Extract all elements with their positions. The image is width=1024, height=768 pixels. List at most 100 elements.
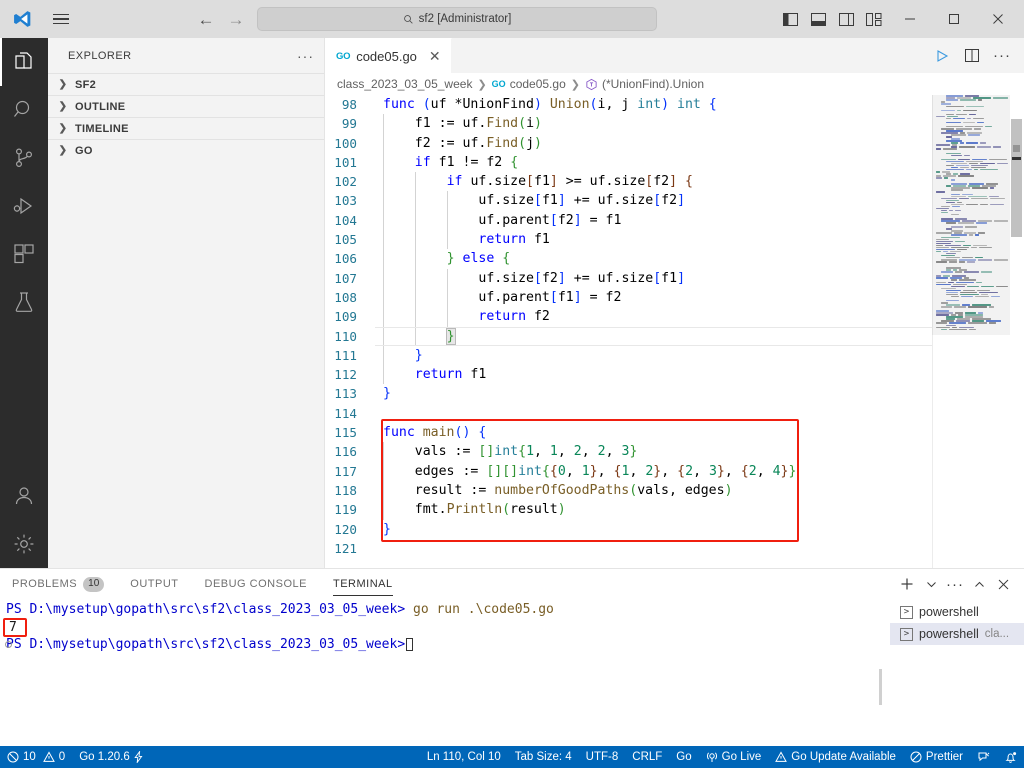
method-symbol-icon — [586, 78, 597, 90]
code-line[interactable]: 100 f2 := uf.Find(j) — [325, 133, 932, 153]
code-line[interactable]: 106} else { — [325, 249, 932, 269]
code-line[interactable]: 101 if f1 != f2 { — [325, 152, 932, 173]
terminal-dropdown-button[interactable] — [920, 572, 942, 596]
files-icon — [15, 52, 32, 69]
code-line[interactable]: 117 edges := [][]int{{0, 1}, {1, 2}, {2, … — [325, 461, 932, 481]
title-bar-center: ← → sf2 [Administrator] — [78, 7, 776, 31]
status-eol[interactable]: CRLF — [625, 746, 669, 768]
editor-more-actions[interactable]: ··· — [988, 41, 1016, 71]
code-line[interactable]: 110} — [325, 326, 932, 346]
code-line[interactable]: 99 f1 := uf.Find(i) — [325, 114, 932, 134]
editor-tab-code05[interactable]: GO code05.go ✕ — [325, 38, 452, 73]
close-icon[interactable]: ✕ — [429, 49, 441, 63]
code-text: } — [375, 345, 932, 366]
code-line[interactable]: 109 return f2 — [325, 307, 932, 327]
code-line[interactable]: 105 return f1 — [325, 230, 932, 250]
code-line[interactable]: 112 return f1 — [325, 365, 932, 385]
minimap[interactable] — [932, 95, 1010, 568]
hamburger-menu-icon[interactable] — [44, 13, 78, 25]
activity-search[interactable] — [0, 86, 48, 134]
status-notifications[interactable] — [997, 746, 1024, 768]
code-line[interactable]: 116 vals := []int{1, 1, 2, 2, 3} — [325, 442, 932, 462]
customize-layout[interactable] — [860, 4, 888, 34]
new-terminal-button[interactable] — [896, 572, 918, 596]
code-text: fmt.Println(result) — [375, 500, 932, 520]
maximize-panel-button[interactable] — [968, 572, 990, 596]
code-line[interactable]: 107 uf.size[f2] += uf.size[f1] — [325, 268, 932, 288]
status-prettier[interactable]: Prettier — [903, 746, 970, 768]
minimap-slider[interactable] — [932, 95, 1010, 335]
code-text: return f1 — [375, 230, 932, 250]
terminal-list-item-1[interactable]: > powershell — [890, 601, 1024, 623]
toggle-primary-sidebar[interactable] — [776, 4, 804, 34]
maximize-button[interactable] — [932, 2, 976, 36]
status-feedback[interactable] — [970, 746, 997, 768]
activity-testing[interactable] — [0, 278, 48, 326]
code-line[interactable]: 104 uf.parent[f2] = f1 — [325, 210, 932, 231]
toggle-secondary-sidebar[interactable] — [832, 4, 860, 34]
code-line[interactable]: 98 func (uf *UnionFind) Union(i, j int) i… — [325, 95, 932, 114]
status-encoding[interactable]: UTF-8 — [579, 746, 626, 768]
panel-tab-debug-console[interactable]: DEBUG CONSOLE — [205, 569, 307, 599]
code-lines[interactable]: 98 func (uf *UnionFind) Union(i, j int) i… — [325, 95, 932, 568]
line-number: 119 — [334, 502, 357, 518]
status-go-live[interactable]: Go Live — [699, 746, 769, 768]
toggle-panel[interactable] — [804, 4, 832, 34]
command-center-search[interactable]: sf2 [Administrator] — [257, 7, 657, 31]
sidebar-section-timeline[interactable]: ❯ TIMELINE — [48, 117, 324, 139]
sidebar-more-actions[interactable]: ··· — [297, 49, 314, 63]
lightning-icon — [134, 751, 143, 763]
editor-tab-bar: GO code05.go ✕ ··· — [325, 38, 1024, 73]
code-line[interactable]: 119 fmt.Println(result) — [325, 500, 932, 520]
code-text: return f1 — [375, 365, 932, 385]
terminal-output[interactable]: PS D:\mysetup\gopath\src\sf2\class_2023_… — [0, 599, 890, 746]
code-line[interactable]: 102 if uf.size[f1] >= uf.size[f2] { — [325, 172, 932, 192]
activity-extensions[interactable] — [0, 230, 48, 278]
close-button[interactable] — [976, 2, 1020, 36]
status-errors-warnings[interactable]: 10 0 — [0, 746, 72, 768]
code-line[interactable]: 121 — [325, 539, 932, 558]
sidebar-section-outline[interactable]: ❯ OUTLINE — [48, 95, 324, 117]
status-tab-size[interactable]: Tab Size: 4 — [508, 746, 579, 768]
scrollbar-thumb[interactable] — [1011, 119, 1022, 237]
navigate-back-button[interactable]: ← — [197, 11, 215, 28]
split-editor-button[interactable] — [958, 41, 986, 71]
code-line[interactable]: 103 uf.size[f1] += uf.size[f2] — [325, 191, 932, 211]
activity-source-control[interactable] — [0, 134, 48, 182]
line-number: 103 — [334, 193, 357, 209]
terminal-list-label: powershell — [919, 605, 979, 619]
activity-accounts[interactable] — [0, 472, 48, 520]
code-line[interactable]: 108 uf.parent[f1] = f2 — [325, 287, 932, 308]
breadcrumb-folder[interactable]: class_2023_03_05_week — [337, 77, 472, 91]
activity-run-debug[interactable] — [0, 182, 48, 230]
code-line[interactable]: 115 func main() { — [325, 423, 932, 442]
activity-settings[interactable] — [0, 520, 48, 568]
activity-explorer[interactable] — [0, 38, 48, 86]
sidebar-section-go[interactable]: ❯ GO — [48, 139, 324, 161]
panel-tab-problems[interactable]: PROBLEMS 10 — [12, 569, 105, 599]
panel-tab-terminal[interactable]: TERMINAL — [332, 569, 393, 599]
code-line[interactable]: 113} — [325, 384, 932, 403]
code-line[interactable]: 118 result := numberOfGoodPaths(vals, edg… — [325, 480, 932, 501]
code-line[interactable]: 114 — [325, 404, 932, 423]
navigate-forward-button[interactable]: → — [227, 11, 245, 28]
breadcrumb-file[interactable]: GO code05.go — [492, 77, 566, 91]
minimize-button[interactable] — [888, 2, 932, 36]
terminal-scrollbar[interactable] — [879, 669, 882, 705]
editor-vertical-scrollbar[interactable] — [1010, 95, 1024, 568]
panel-more-actions[interactable]: ··· — [944, 572, 966, 596]
line-number: 110 — [334, 328, 357, 344]
terminal-list-item-2[interactable]: > powershell cla... — [890, 623, 1024, 645]
sidebar-section-sf2[interactable]: ❯ SF2 — [48, 73, 324, 95]
status-go-version[interactable]: Go 1.20.6 — [72, 746, 150, 768]
breadcrumb-symbol[interactable]: (*UnionFind).Union — [585, 77, 704, 91]
code-line[interactable]: 111} — [325, 345, 932, 366]
code-line[interactable]: 120} — [325, 520, 932, 539]
code-text: edges := [][]int{{0, 1}, {1, 2}, {2, 3},… — [375, 461, 932, 481]
status-go-update[interactable]: Go Update Available — [768, 746, 903, 768]
run-code-button[interactable] — [928, 41, 956, 71]
status-language-mode[interactable]: Go — [669, 746, 698, 768]
status-cursor-position[interactable]: Ln 110, Col 10 — [420, 746, 508, 768]
panel-tab-output[interactable]: OUTPUT — [130, 569, 178, 599]
close-panel-button[interactable] — [992, 572, 1014, 596]
